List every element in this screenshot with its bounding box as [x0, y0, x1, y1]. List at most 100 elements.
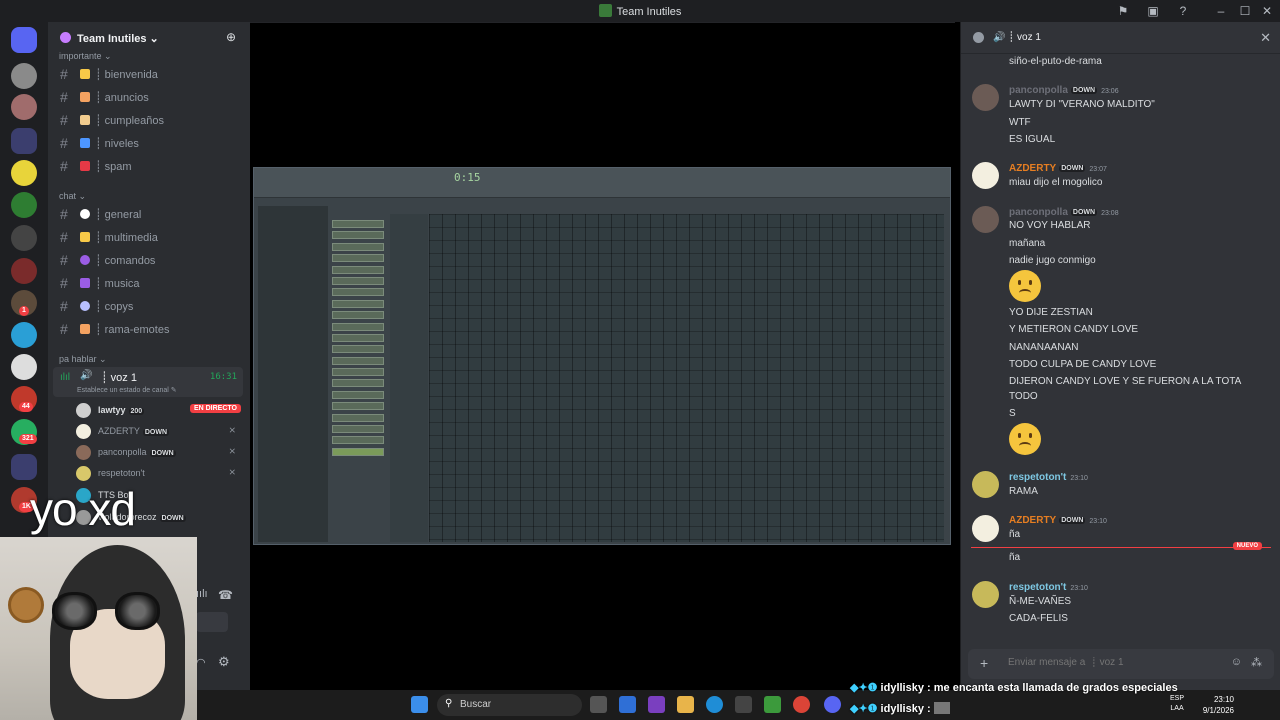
user-tag: DOWN	[1070, 209, 1098, 216]
message-input[interactable]	[1008, 657, 1208, 668]
store-icon[interactable]	[648, 696, 665, 713]
guild-name[interactable]: Team Inutiles ⌄	[77, 32, 159, 45]
channel-cumpleanos[interactable]: # ┊ cumpleaños	[53, 110, 243, 130]
message-author[interactable]: AZDERTY DOWN 23:10	[1009, 515, 1107, 526]
disconnect-icon[interactable]: ☎	[218, 588, 233, 602]
channel-copys[interactable]: # ┊ copys	[53, 296, 243, 316]
server-icon[interactable]	[11, 258, 37, 284]
discord-taskbar-icon[interactable]	[824, 696, 841, 713]
message-time: 23:10	[1089, 518, 1107, 525]
server-folder-icon[interactable]	[11, 128, 37, 154]
add-attachment-icon[interactable]: +	[980, 655, 988, 671]
server-icon[interactable]	[11, 63, 37, 89]
user-tag: 200	[128, 408, 145, 415]
category-chat[interactable]: chat ⌄	[59, 191, 86, 202]
taskbar-clock[interactable]: 23:10 9/1/2026	[1203, 694, 1234, 716]
message-author[interactable]: AZDERTY DOWN 23:07	[1009, 163, 1107, 174]
invite-people-icon[interactable]: ⊕	[226, 30, 236, 44]
avatar[interactable]	[972, 84, 999, 111]
message-line: mañana	[1009, 238, 1046, 249]
server-icon[interactable]	[11, 322, 37, 348]
channel-general[interactable]: # ┊ general	[53, 204, 243, 224]
close-window-button[interactable]: ✕	[1258, 2, 1276, 20]
channel-bienvenida[interactable]: # ┊ bienvenida	[53, 64, 243, 84]
voice-user-name: AZDERTY	[98, 426, 140, 436]
message-line: miau dijo el mogolico	[1009, 177, 1103, 188]
task-view-icon[interactable]	[590, 696, 607, 713]
user-tag: DOWN	[1070, 87, 1098, 94]
soundboard-button[interactable]	[196, 612, 228, 632]
server-icon[interactable]	[11, 354, 37, 380]
message-author[interactable]: respetoton't 23:10	[1009, 472, 1088, 483]
voice-user[interactable]: panconpolla DOWN ⨯	[76, 442, 241, 462]
voice-user[interactable]: AZDERTY DOWN ⨯	[76, 421, 241, 441]
voice-user[interactable]: respetoton't ⨯	[76, 463, 241, 483]
outlook-icon[interactable]	[619, 696, 636, 713]
category-pa-hablar[interactable]: pa hablar ⌄	[59, 354, 107, 365]
input-language[interactable]: ESP LAA	[1170, 694, 1184, 714]
megaphone-emoji-icon	[80, 92, 90, 102]
message-line: ña	[1009, 529, 1021, 540]
hash-icon: #	[60, 275, 68, 291]
channel-comandos[interactable]: # ┊ comandos	[53, 250, 243, 270]
category-importante[interactable]: importante ⌄	[59, 51, 112, 62]
message-author[interactable]: panconpolla DOWN 23:06	[1009, 85, 1119, 96]
discord-home-icon[interactable]	[11, 27, 37, 53]
chat-badges-icon: ◆✦❶	[850, 703, 878, 715]
server-icon[interactable]	[11, 94, 37, 120]
channel-musica[interactable]: # ┊ musica	[53, 273, 243, 293]
microsoft-store-icon[interactable]	[735, 696, 752, 713]
server-folder-icon[interactable]	[11, 454, 37, 480]
guild-header[interactable]: Team Inutiles ⌄ ⊕	[48, 22, 250, 54]
avatar[interactable]	[972, 206, 999, 233]
maximize-button[interactable]: ☐	[1236, 2, 1254, 20]
set-channel-status[interactable]: Establece un estado de canal ✎	[77, 386, 177, 394]
file-explorer-icon[interactable]	[677, 696, 694, 713]
emoji-picker-icon[interactable]: ☺	[1231, 656, 1242, 668]
channel-rama-emotes[interactable]: # ┊ rama-emotes	[53, 319, 243, 339]
channel-anuncios[interactable]: # ┊ anuncios	[53, 87, 243, 107]
hash-icon: #	[60, 66, 68, 82]
avatar[interactable]	[972, 471, 999, 498]
message-author[interactable]: respetoton't 23:10	[1009, 582, 1088, 593]
close-chat-icon[interactable]: ✕	[1260, 30, 1271, 46]
flag-icon[interactable]: ⚑	[1114, 2, 1132, 20]
user-tag: DOWN	[149, 450, 176, 457]
sad-face-emoji	[1009, 270, 1041, 302]
voice-quality-icon[interactable]: ıılı	[196, 588, 208, 600]
voice-channel-name: ┊ voz 1	[101, 372, 137, 384]
channel-niveles[interactable]: # ┊ niveles	[53, 133, 243, 153]
channel-multimedia[interactable]: # ┊ multimedia	[53, 227, 243, 247]
server-icon[interactable]	[11, 225, 37, 251]
windows-taskbar: ⚲ Buscar ESP LAA 23:10 9/1/2026	[197, 690, 1280, 720]
message-line: LAWTY DI "VERANO MALDITO"	[1009, 99, 1155, 110]
settings-gear-icon[interactable]: ⚙	[218, 654, 230, 670]
server-icon[interactable]	[11, 160, 37, 186]
message-time: 23:10	[1070, 585, 1088, 592]
minimize-button[interactable]: –	[1212, 2, 1230, 20]
search-icon: ⚲	[445, 698, 453, 709]
avatar[interactable]	[972, 515, 999, 542]
message-author[interactable]: panconpolla DOWN 23:08	[1009, 207, 1119, 218]
fl-playlist-grid	[429, 214, 944, 542]
apps-icon[interactable]: ⁂	[1251, 656, 1262, 669]
windows-start-icon[interactable]	[411, 696, 428, 713]
voice-channel-voz-1[interactable]: ılıl 🔊 ┊ voz 1 16:31 Establece un estado…	[53, 367, 243, 397]
inbox-icon[interactable]: ▣	[1144, 2, 1162, 20]
avatar[interactable]	[972, 162, 999, 189]
avatar[interactable]	[972, 581, 999, 608]
minecraft-icon[interactable]	[764, 696, 781, 713]
shared-screen-fl-studio: 0:15	[253, 167, 951, 545]
headset-icon[interactable]: ◠	[196, 656, 206, 669]
edge-icon[interactable]	[706, 696, 723, 713]
user-tag: DOWN	[142, 429, 170, 436]
server-icon[interactable]	[11, 192, 37, 218]
help-icon[interactable]: ?	[1174, 2, 1192, 20]
voice-user[interactable]: lawtyy 200 EN DIRECTO	[76, 400, 241, 420]
channel-spam[interactable]: # ┊ spam	[53, 156, 243, 176]
hash-icon: #	[60, 158, 68, 174]
fl-time-display: 0:15	[454, 171, 481, 184]
taskbar-search[interactable]: ⚲ Buscar	[437, 694, 582, 716]
voice-user-name: lawtyy	[98, 405, 126, 415]
chrome-icon[interactable]	[793, 696, 810, 713]
